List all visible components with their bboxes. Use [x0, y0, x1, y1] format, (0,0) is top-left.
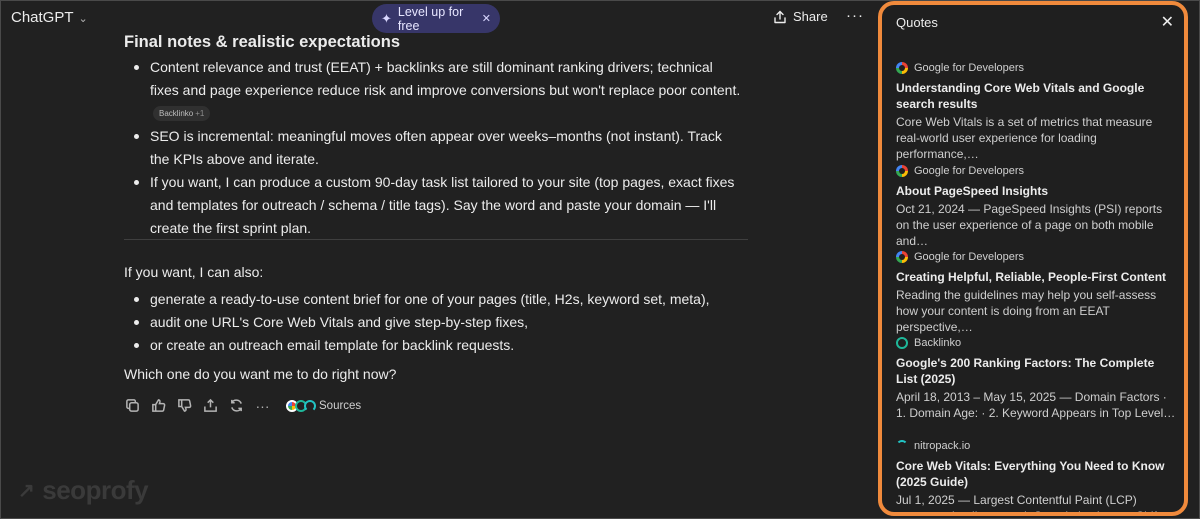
backlinko-icon	[896, 337, 908, 349]
copy-icon	[126, 399, 139, 412]
quote-title: Understanding Core Web Vitals and Google…	[896, 81, 1145, 111]
closing-question: Which one do you want me to do right now…	[124, 366, 397, 382]
google-icon	[896, 62, 908, 74]
panel-title: Quotes	[896, 15, 938, 30]
list-item: Content relevance and trust (EEAT) + bac…	[124, 56, 744, 125]
list-item: SEO is incremental: meaningful moves oft…	[124, 125, 744, 171]
sources-button[interactable]: Sources	[286, 399, 362, 412]
thumbs-down-button[interactable]	[176, 397, 193, 414]
quote-source: Google for Developers	[896, 61, 1178, 75]
divider	[124, 239, 748, 240]
upgrade-label: Level up for free	[397, 4, 464, 33]
quote-title: About PageSpeed Insights	[896, 184, 1049, 198]
thumbs-down-icon	[178, 399, 192, 412]
share-message-button[interactable]	[202, 397, 219, 414]
note-text: SEO is incremental: meaningful moves oft…	[150, 128, 722, 167]
thumbs-up-button[interactable]	[150, 397, 167, 414]
list-item: audit one URL's Core Web Vitals and give…	[124, 311, 744, 334]
quote-snippet: Oct 21, 2024 — PageSpeed Insights (PSI) …	[896, 202, 1163, 248]
quote-snippet: Core Web Vitals is a set of metrics that…	[896, 115, 1153, 161]
quote-source: Google for Developers	[896, 164, 1178, 178]
quote-card[interactable]: Backlinko Google's 200 Ranking Factors: …	[896, 336, 1178, 421]
options-list: generate a ready-to-use content brief fo…	[124, 288, 744, 357]
upgrade-pill[interactable]: ✦ Level up for free ✕	[372, 4, 500, 33]
refresh-icon	[231, 399, 242, 412]
share-label: Share	[793, 9, 828, 24]
share-button[interactable]: Share	[773, 9, 828, 24]
thumbs-up-icon	[152, 399, 166, 412]
google-icon	[896, 251, 908, 263]
watermark: ↗ seoprofy	[18, 475, 149, 505]
close-icon[interactable]: ✕	[1161, 12, 1174, 32]
quote-source: nitropack.io	[896, 439, 1178, 453]
copy-button[interactable]	[124, 397, 141, 414]
chevron-down-icon: ⌄	[78, 13, 88, 25]
list-item: or create an outreach email template for…	[124, 334, 744, 357]
quote-card[interactable]: Google for Developers Understanding Core…	[896, 61, 1178, 162]
sparkle-icon: ✦	[381, 10, 392, 26]
quote-source: Backlinko	[896, 336, 1178, 350]
quote-source: Google for Developers	[896, 250, 1178, 264]
quote-snippet: Jul 1, 2025 — Largest Contentful Paint (…	[896, 493, 1161, 516]
list-item: generate a ready-to-use content brief fo…	[124, 288, 744, 311]
quote-title: Creating Helpful, Reliable, People-First…	[896, 270, 1167, 284]
quote-snippet: April 18, 2013 – May 15, 2025 — Domain F…	[896, 390, 1176, 420]
section-heading: Final notes & realistic expectations	[124, 33, 401, 51]
quote-card[interactable]: Google for Developers About PageSpeed In…	[896, 164, 1178, 249]
sources-label: Sources	[319, 399, 362, 412]
model-switcher[interactable]: ChatGPT ⌄	[11, 9, 88, 26]
notes-list: Content relevance and trust (EEAT) + bac…	[124, 56, 744, 240]
model-label: ChatGPT	[11, 9, 74, 26]
note-text: If you want, I can produce a custom 90-d…	[150, 174, 735, 236]
nitropack-icon	[896, 440, 908, 452]
source-favicons	[286, 399, 316, 412]
note-text: Content relevance and trust (EEAT) + bac…	[150, 59, 741, 98]
quote-title: Core Web Vitals: Everything You Need to …	[896, 459, 1165, 489]
quote-title: Google's 200 Ranking Factors: The Comple…	[896, 356, 1155, 386]
message-actions: ··· Sources	[124, 397, 361, 414]
dismiss-upgrade-icon[interactable]: ✕	[482, 12, 491, 25]
more-actions-button[interactable]: ···	[254, 397, 271, 414]
arrow-icon: ↗	[18, 480, 35, 502]
upload-icon	[204, 398, 217, 412]
quotes-panel: Quotes ✕ Google for Developers Understan…	[878, 1, 1188, 516]
more-options-button[interactable]: ···	[846, 7, 864, 24]
quote-snippet: Reading the guidelines may help you self…	[896, 288, 1157, 334]
share-icon	[774, 10, 786, 23]
options-intro: If you want, I can also:	[124, 264, 264, 280]
regenerate-button[interactable]	[228, 397, 245, 414]
google-icon	[896, 165, 908, 177]
quote-card[interactable]: Google for Developers Creating Helpful, …	[896, 250, 1178, 335]
nitropack-icon	[304, 399, 316, 412]
citation-chip[interactable]: Backlinko +1	[153, 106, 211, 121]
quote-card[interactable]: nitropack.io Core Web Vitals: Everything…	[896, 439, 1178, 516]
list-item: If you want, I can produce a custom 90-d…	[124, 171, 744, 240]
